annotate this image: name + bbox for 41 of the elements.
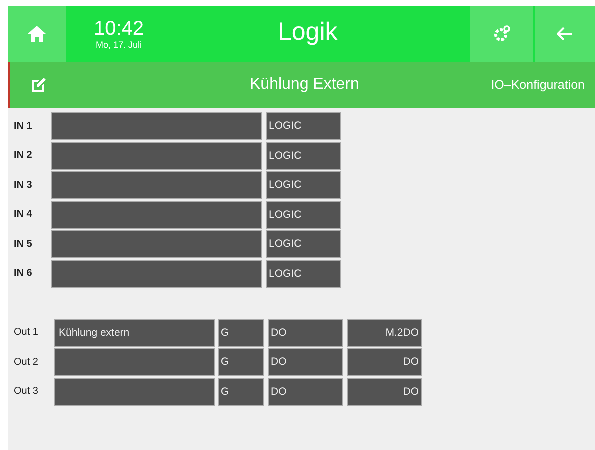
target-cell[interactable]: DO — [347, 378, 422, 406]
home-icon — [28, 26, 46, 42]
output-field[interactable] — [54, 378, 215, 406]
output-field[interactable]: Kühlung extern — [54, 318, 215, 346]
input-field[interactable] — [51, 112, 262, 140]
input-field[interactable] — [51, 260, 262, 288]
input-label: IN 6 — [13, 267, 34, 281]
input-field[interactable] — [51, 142, 262, 170]
back-icon — [557, 27, 573, 41]
type-cell[interactable]: DO — [268, 318, 343, 346]
input-label: IN 5 — [13, 238, 34, 252]
section-title: Kühlung Extern — [250, 76, 360, 94]
output-label: Out 3 — [13, 385, 40, 399]
type-cell[interactable]: LOGIC — [266, 230, 341, 258]
input-label: IN 1 — [13, 120, 34, 134]
clock-time: 10:42 — [94, 18, 144, 40]
input-field[interactable] — [51, 230, 262, 258]
input-label: IN 2 — [13, 149, 34, 163]
output-label: Out 2 — [13, 356, 40, 370]
input-label: IN 4 — [13, 208, 34, 222]
edit-icon[interactable] — [32, 78, 46, 92]
type-cell[interactable]: LOGIC — [266, 142, 341, 170]
clock-date: Mo, 17. Juli — [96, 40, 142, 50]
group-cell[interactable]: G — [218, 318, 264, 346]
type-cell[interactable]: LOGIC — [266, 171, 341, 199]
type-cell[interactable]: LOGIC — [266, 112, 341, 140]
settings-icon — [492, 25, 510, 43]
output-field[interactable] — [54, 348, 215, 376]
target-cell[interactable]: M.2DO — [347, 318, 422, 346]
type-cell[interactable]: DO — [268, 348, 343, 376]
input-field[interactable] — [51, 200, 262, 228]
type-cell[interactable]: LOGIC — [266, 260, 341, 288]
input-field[interactable] — [51, 171, 262, 199]
target-cell[interactable]: DO — [347, 348, 422, 376]
input-label: IN 3 — [13, 178, 34, 192]
output-label: Out 1 — [13, 326, 40, 340]
group-cell[interactable]: G — [218, 378, 264, 406]
group-cell[interactable]: G — [218, 348, 264, 376]
type-cell[interactable]: LOGIC — [266, 200, 341, 228]
page-title: Logik — [278, 18, 338, 47]
type-cell[interactable]: DO — [268, 378, 343, 406]
